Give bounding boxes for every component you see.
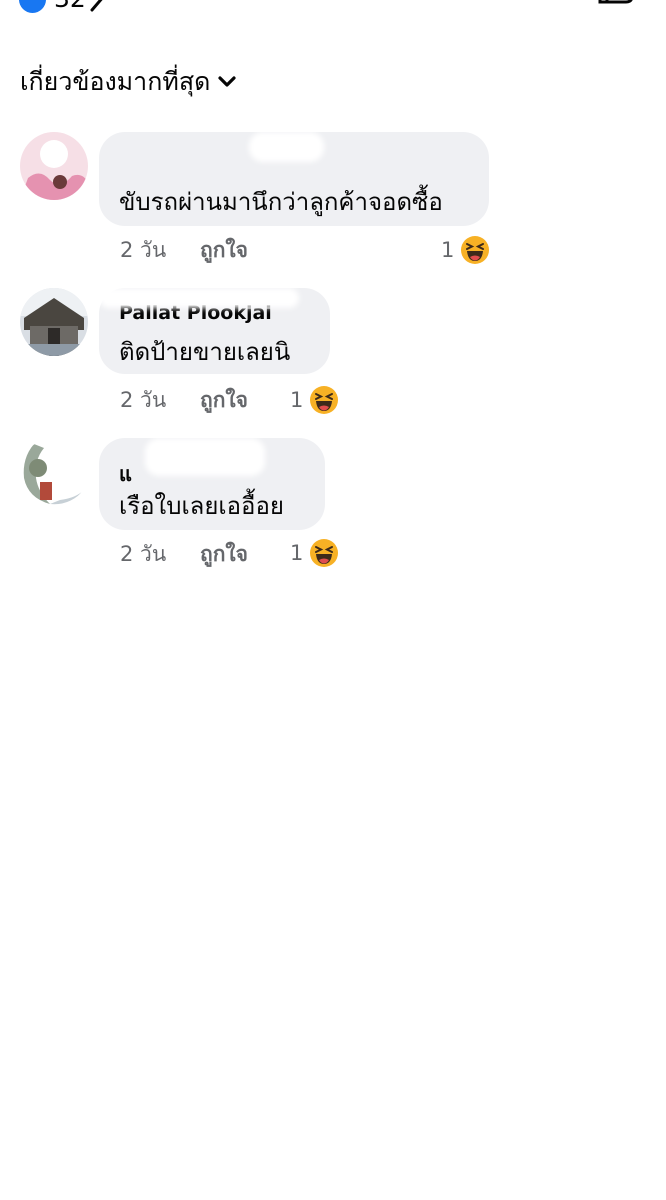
- comment-time[interactable]: 2 วัน: [120, 234, 200, 267]
- comment-meta: 2 วัน ถูกใจ: [120, 539, 248, 569]
- comment-reactions[interactable]: 1: [441, 235, 490, 265]
- redaction-blur: [99, 288, 299, 308]
- redaction-blur: [249, 132, 324, 162]
- comment-bubble[interactable]: ขับรถผ่านมานึกว่าลูกค้าจอดซื้อ: [99, 132, 489, 226]
- comment-time[interactable]: 2 วัน: [120, 538, 200, 571]
- avatar[interactable]: [20, 132, 88, 200]
- like-comment-button[interactable]: ถูกใจ: [200, 538, 248, 571]
- chevron-right-icon: [88, 0, 108, 16]
- comment-reactions[interactable]: 1: [290, 385, 339, 415]
- avatar[interactable]: [20, 438, 88, 506]
- reaction-count: 1: [441, 238, 455, 262]
- sort-label: เกี่ยวข้องมากที่สุด: [20, 67, 211, 96]
- like-comment-button[interactable]: ถูกใจ: [200, 384, 248, 417]
- reaction-count: 1: [290, 541, 304, 565]
- haha-emoji-icon: [460, 235, 490, 265]
- haha-emoji-icon: [309, 538, 339, 568]
- redaction-blur: [145, 438, 265, 476]
- reactions-summary-bar[interactable]: 32: [0, 0, 666, 20]
- like-button-icon[interactable]: [592, 0, 636, 20]
- like-reaction-icon: [19, 0, 46, 13]
- comment-reactions[interactable]: 1: [290, 538, 339, 568]
- comment-meta: 2 วัน ถูกใจ: [120, 235, 248, 265]
- like-comment-button[interactable]: ถูกใจ: [200, 234, 248, 267]
- sort-comments-dropdown[interactable]: เกี่ยวข้องมากที่สุด: [20, 60, 236, 104]
- avatar[interactable]: [20, 288, 88, 356]
- comment-bubble[interactable]: แ เรือใบเลยเออื้อย: [99, 438, 325, 530]
- chevron-down-icon: [218, 74, 236, 93]
- comment-meta: 2 วัน ถูกใจ: [120, 385, 248, 415]
- comment-time[interactable]: 2 วัน: [120, 384, 200, 417]
- reaction-count: 1: [290, 388, 304, 412]
- comment-text: ขับรถผ่านมานึกว่าลูกค้าจอดซื้อ: [119, 188, 443, 216]
- comment-bubble[interactable]: Pallat Plookjai ติดป้ายขายเลยนิ: [99, 288, 330, 374]
- haha-emoji-icon: [309, 385, 339, 415]
- reaction-total-count: 32: [54, 0, 86, 13]
- comment-text: ติดป้ายขายเลยนิ: [119, 338, 291, 366]
- comment-text: เรือใบเลยเออื้อย: [119, 492, 284, 520]
